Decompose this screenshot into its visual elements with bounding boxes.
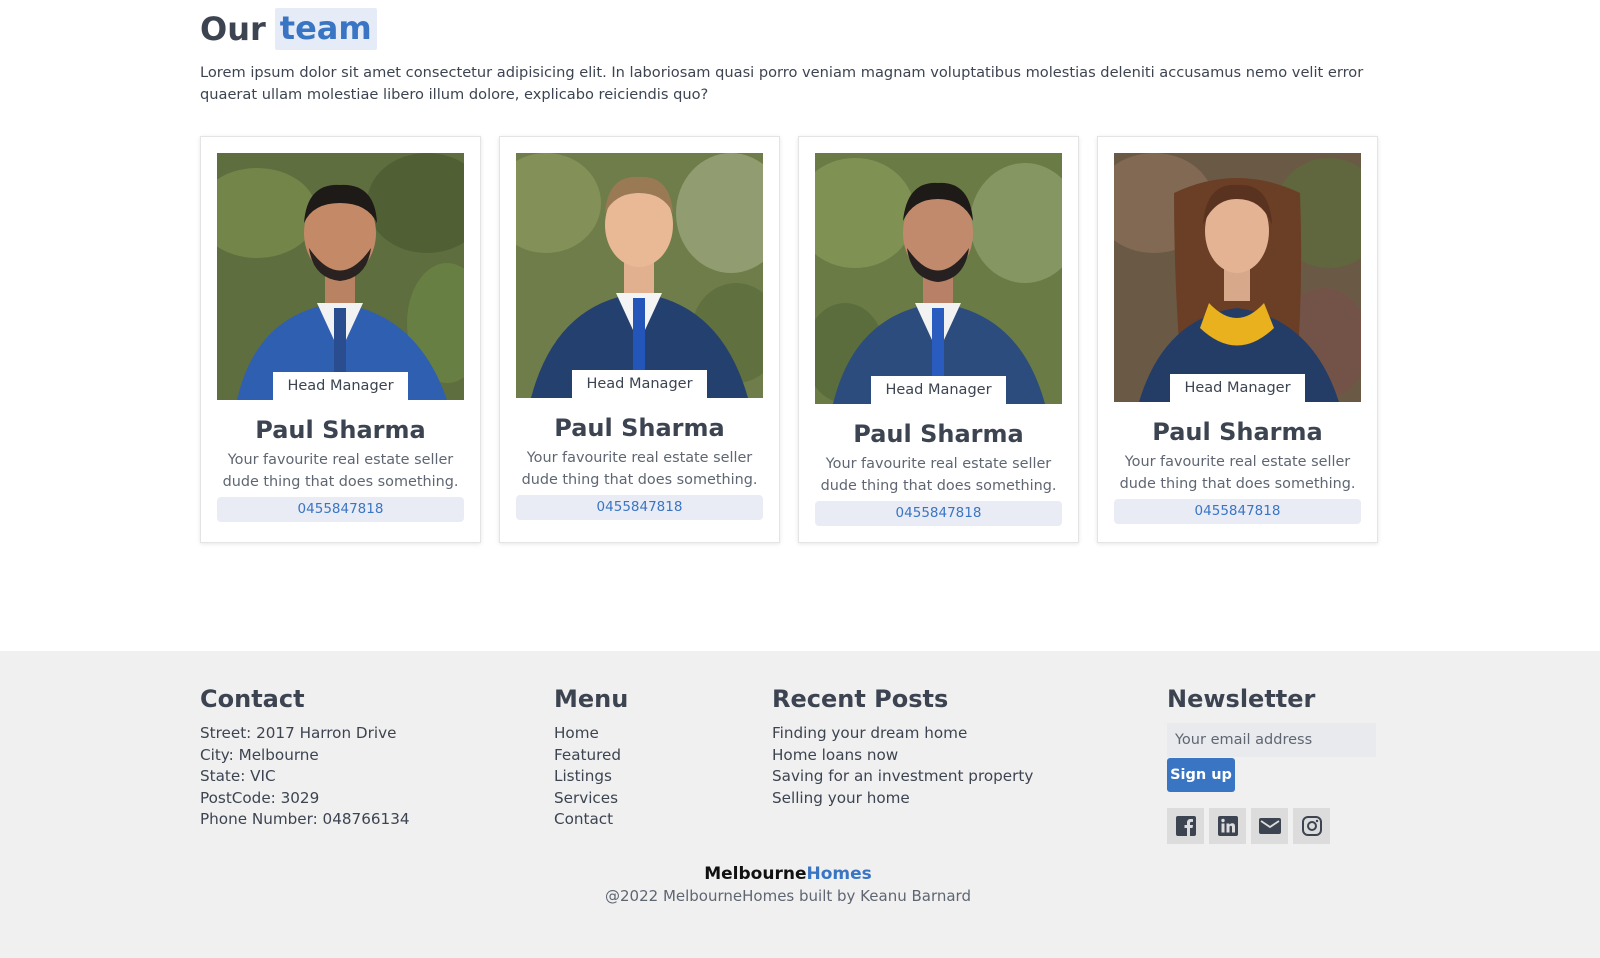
contact-postcode: PostCode: 3029 (200, 788, 320, 807)
team-title: Our team (200, 8, 377, 50)
footer-contact: Contact Street: 2017 Harron Drive City: … (200, 685, 410, 831)
contact-street: Street: 2017 Harron Drive (200, 724, 397, 742)
member-name: Paul Sharma (554, 414, 725, 442)
menu-link-contact[interactable]: Contact (554, 809, 628, 831)
member-photo (815, 153, 1062, 404)
newsletter-email-input[interactable] (1167, 723, 1376, 757)
footer-newsletter: Newsletter Sign up (1167, 685, 1376, 844)
contact-heading: Contact (200, 685, 305, 713)
contact-city: City: Melbourne (200, 745, 319, 764)
contact-phone: Phone Number: 048766134 (200, 810, 410, 829)
team-title-highlight: team (274, 8, 377, 50)
menu-link-featured[interactable]: Featured (554, 745, 628, 767)
recent-posts-heading: Recent Posts (772, 685, 949, 713)
brand-name-right: Homes (806, 864, 872, 884)
social-links (1167, 808, 1376, 844)
newsletter-heading: Newsletter (1167, 685, 1316, 713)
facebook-icon[interactable] (1167, 808, 1204, 844)
member-phone-link[interactable]: 0455847818 (1114, 499, 1361, 524)
linkedin-icon[interactable] (1209, 808, 1246, 844)
footer-recent-posts: Recent Posts Finding your dream home Hom… (772, 685, 1033, 809)
menu-link-listings[interactable]: Listings (554, 766, 628, 788)
team-title-prefix: Our (200, 10, 266, 48)
post-link[interactable]: Home loans now (772, 745, 1033, 767)
team-section: Our team Lorem ipsum dolor sit amet cons… (0, 0, 1600, 651)
team-description: Lorem ipsum dolor sit amet consectetur a… (200, 64, 1364, 103)
post-link[interactable]: Finding your dream home (772, 723, 1033, 745)
member-name: Paul Sharma (1152, 418, 1323, 446)
menu-link-home[interactable]: Home (554, 723, 628, 745)
member-photo (1114, 153, 1361, 402)
copyright-text: @2022 MelbourneHomes built by Keanu Barn… (605, 887, 971, 905)
team-card: Head Manager Paul Sharma Your favourite … (200, 136, 481, 543)
team-card: Head Manager Paul Sharma Your favourite … (798, 136, 1079, 543)
footer-menu: Menu Home Featured Listings Services Con… (554, 685, 628, 831)
contact-state: State: VIC (200, 767, 276, 786)
menu-heading: Menu (554, 685, 629, 713)
team-card: Head Manager Paul Sharma Your favourite … (499, 136, 780, 543)
signup-button[interactable]: Sign up (1167, 758, 1235, 792)
member-bio: Your favourite real estate seller dude t… (1119, 454, 1356, 492)
member-phone-link[interactable]: 0455847818 (815, 501, 1062, 526)
instagram-icon[interactable] (1293, 808, 1330, 844)
member-name: Paul Sharma (853, 420, 1024, 448)
footer: Contact Street: 2017 Harron Drive City: … (0, 651, 1600, 958)
post-link[interactable]: Selling your home (772, 788, 1033, 810)
menu-link-services[interactable]: Services (554, 788, 628, 810)
post-link[interactable]: Saving for an investment property (772, 766, 1033, 788)
brand-name-left: Melbourne (704, 864, 807, 884)
member-photo (516, 153, 763, 398)
team-card: Head Manager Paul Sharma Your favourite … (1097, 136, 1378, 543)
member-phone-link[interactable]: 0455847818 (217, 497, 464, 522)
member-bio: Your favourite real estate seller dude t… (521, 450, 758, 488)
member-phone-link[interactable]: 0455847818 (516, 495, 763, 520)
member-role: Head Manager (572, 370, 707, 399)
member-role: Head Manager (1170, 374, 1305, 403)
member-bio: Your favourite real estate seller dude t… (222, 452, 459, 490)
footer-brand: MelbourneHomes (0, 864, 1576, 884)
member-role: Head Manager (871, 376, 1006, 405)
member-role: Head Manager (273, 372, 408, 401)
member-bio: Your favourite real estate seller dude t… (820, 456, 1057, 494)
member-photo (217, 153, 464, 400)
mail-icon[interactable] (1251, 808, 1288, 844)
member-name: Paul Sharma (255, 416, 426, 444)
